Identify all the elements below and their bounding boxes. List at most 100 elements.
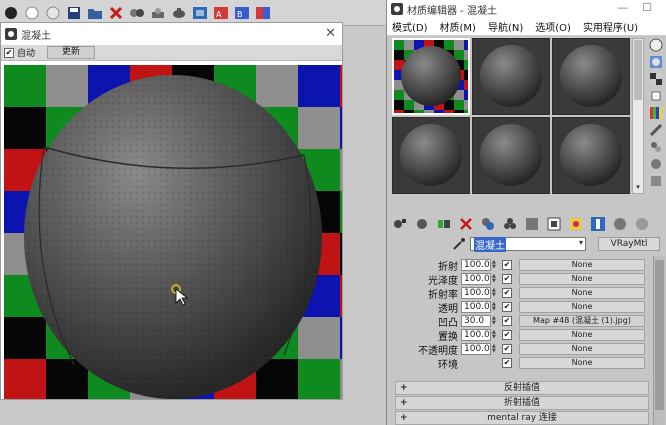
save-icon[interactable] (65, 4, 83, 22)
sample-slot-2[interactable] (472, 38, 550, 115)
map-amount-spinner[interactable]: 100.0 (461, 329, 491, 341)
menu-mode[interactable]: 模式(D) (392, 19, 428, 34)
preview-render-canvas[interactable] (4, 65, 342, 399)
menu-options[interactable]: 选项(O) (535, 19, 571, 34)
map-enable-checkbox[interactable]: ✔ (502, 344, 512, 354)
maximize-icon[interactable]: ☐ (642, 1, 652, 14)
map-enable-checkbox[interactable]: ✔ (502, 302, 512, 312)
map-slot-button[interactable]: None (519, 301, 645, 313)
render-frame-icon[interactable] (191, 4, 209, 22)
menu-material[interactable]: 材质(M) (440, 19, 476, 34)
pick-icon[interactable] (128, 4, 146, 22)
spinner-arrows-icon[interactable]: ▲ ▼ (492, 288, 498, 298)
video-color-check-icon[interactable] (649, 106, 663, 120)
map-enable-checkbox[interactable]: ✔ (502, 288, 512, 298)
teapot-icon[interactable] (170, 4, 188, 22)
slots-scrollbar[interactable]: ▾ (632, 38, 644, 194)
checker-tile (404, 110, 414, 113)
sample-slot-5[interactable] (472, 117, 550, 194)
uv-tiling-icon[interactable] (649, 89, 663, 103)
white-sample-icon[interactable] (23, 4, 41, 22)
map-enable-checkbox[interactable]: ✔ (502, 316, 512, 326)
spinner-arrows-icon[interactable]: ▲ ▼ (492, 302, 498, 312)
show-map-icon[interactable] (546, 216, 562, 232)
go-forward-sibling-icon[interactable] (612, 216, 628, 232)
map-slot-button[interactable]: None (519, 329, 645, 341)
select-by-material-icon[interactable] (649, 157, 663, 171)
show-end-result-icon[interactable] (568, 216, 584, 232)
reset-map-icon[interactable] (458, 216, 474, 232)
concrete-texture (24, 75, 322, 399)
checker-tile (424, 110, 434, 113)
open-folder-icon[interactable] (86, 4, 104, 22)
rollout-mental-ray[interactable]: + mental ray 连接 (395, 411, 649, 425)
map-slot-button[interactable]: None (519, 287, 645, 299)
side-toolbar (646, 38, 666, 188)
rollout-label: 反射插值 (503, 383, 540, 393)
editor-scroll-thumb[interactable] (655, 260, 664, 410)
map-row-bump: 凹凸 30.0 ▲ ▼ ✔ Map #48 (混凝土 (1).jpg) (396, 314, 652, 329)
menu-utilities[interactable]: 实用程序(U) (583, 19, 638, 34)
pick-material-eyedropper-icon[interactable] (452, 237, 466, 251)
sphere-sample-icon[interactable] (2, 4, 20, 22)
map-amount-spinner[interactable]: 30.0 (461, 315, 491, 327)
map-amount-spinner[interactable]: 100.0 (461, 273, 491, 285)
editor-scrollbar[interactable] (653, 256, 665, 425)
scroll-down-icon[interactable]: ▾ (633, 183, 643, 193)
material-name-text: 混凝土 (474, 236, 506, 252)
rollout-refract-interpolation[interactable]: + 折射插值 (395, 396, 649, 410)
spinner-arrows-icon[interactable]: ▲ ▼ (492, 274, 498, 284)
get-material-icon[interactable] (392, 216, 408, 232)
delete-icon[interactable] (107, 4, 125, 22)
map-enable-checkbox[interactable]: ✔ (502, 260, 512, 270)
map-slot-button[interactable]: None (519, 273, 645, 285)
sample-slot-3[interactable] (552, 38, 630, 115)
assign-material-icon[interactable] (436, 216, 452, 232)
dropdown-chevron-icon[interactable]: ▾ (579, 238, 583, 247)
make-unique-icon[interactable] (480, 216, 496, 232)
spinner-arrows-icon[interactable]: ▲ ▼ (492, 344, 498, 354)
map-amount-spinner[interactable]: 100.0 (461, 343, 491, 355)
material-id-icon[interactable] (524, 216, 540, 232)
material-effects-icon[interactable] (634, 216, 650, 232)
map-amount-spinner[interactable]: 100.0 (461, 301, 491, 313)
sample-slot-1[interactable] (392, 38, 470, 115)
spinner-arrows-icon[interactable]: ▲ ▼ (492, 316, 498, 326)
sample-type-icon[interactable] (649, 38, 663, 52)
material-type-button[interactable]: VRayMtl (598, 237, 660, 251)
material-tool-icon[interactable] (149, 4, 167, 22)
make-preview-icon[interactable] (649, 123, 663, 137)
background-checker-icon[interactable] (649, 72, 663, 86)
map-slot-button[interactable]: Map #48 (混凝土 (1).jpg) (519, 315, 645, 327)
minimize-icon[interactable]: — (617, 1, 628, 14)
map-slot-button[interactable]: None (519, 259, 645, 271)
gray-sample-icon[interactable] (44, 4, 62, 22)
ab-swap-icon[interactable]: B (233, 4, 251, 22)
spinner-arrows-icon[interactable]: ▲ ▼ (492, 260, 498, 270)
sample-slot-4[interactable] (392, 117, 470, 194)
map-amount-spinner[interactable]: 100.0 (461, 259, 491, 271)
ab-compare-icon[interactable]: A (212, 4, 230, 22)
slots-scroll-thumb[interactable] (634, 40, 642, 100)
auto-update-checkbox[interactable]: ✔ (4, 47, 14, 58)
update-button[interactable]: 更新 (47, 46, 96, 59)
map-amount-spinner[interactable]: 100.0 (461, 287, 491, 299)
map-slot-button[interactable]: None (519, 357, 645, 369)
spinner-arrows-icon[interactable]: ▲ ▼ (492, 330, 498, 340)
material-name-field[interactable]: 混凝土 ▾ (470, 236, 586, 252)
backlight-icon[interactable] (649, 55, 663, 69)
close-icon[interactable]: ✕ (325, 26, 336, 41)
sample-slot-6[interactable] (552, 117, 630, 194)
go-to-parent-icon[interactable] (590, 216, 606, 232)
map-enable-checkbox[interactable]: ✔ (502, 274, 512, 284)
map-slot-button[interactable]: None (519, 343, 645, 355)
ab-options-icon[interactable] (254, 4, 272, 22)
rollout-reflect-interpolation[interactable]: + 反射插值 (395, 381, 649, 395)
menu-navigation[interactable]: 导航(N) (488, 19, 523, 34)
map-enable-checkbox[interactable]: ✔ (502, 330, 512, 340)
map-enable-checkbox[interactable]: ✔ (502, 358, 512, 368)
put-to-library-icon[interactable] (502, 216, 518, 232)
options-icon[interactable] (649, 140, 663, 154)
put-material-icon[interactable] (414, 216, 430, 232)
material-map-navigator-icon[interactable] (649, 174, 663, 188)
